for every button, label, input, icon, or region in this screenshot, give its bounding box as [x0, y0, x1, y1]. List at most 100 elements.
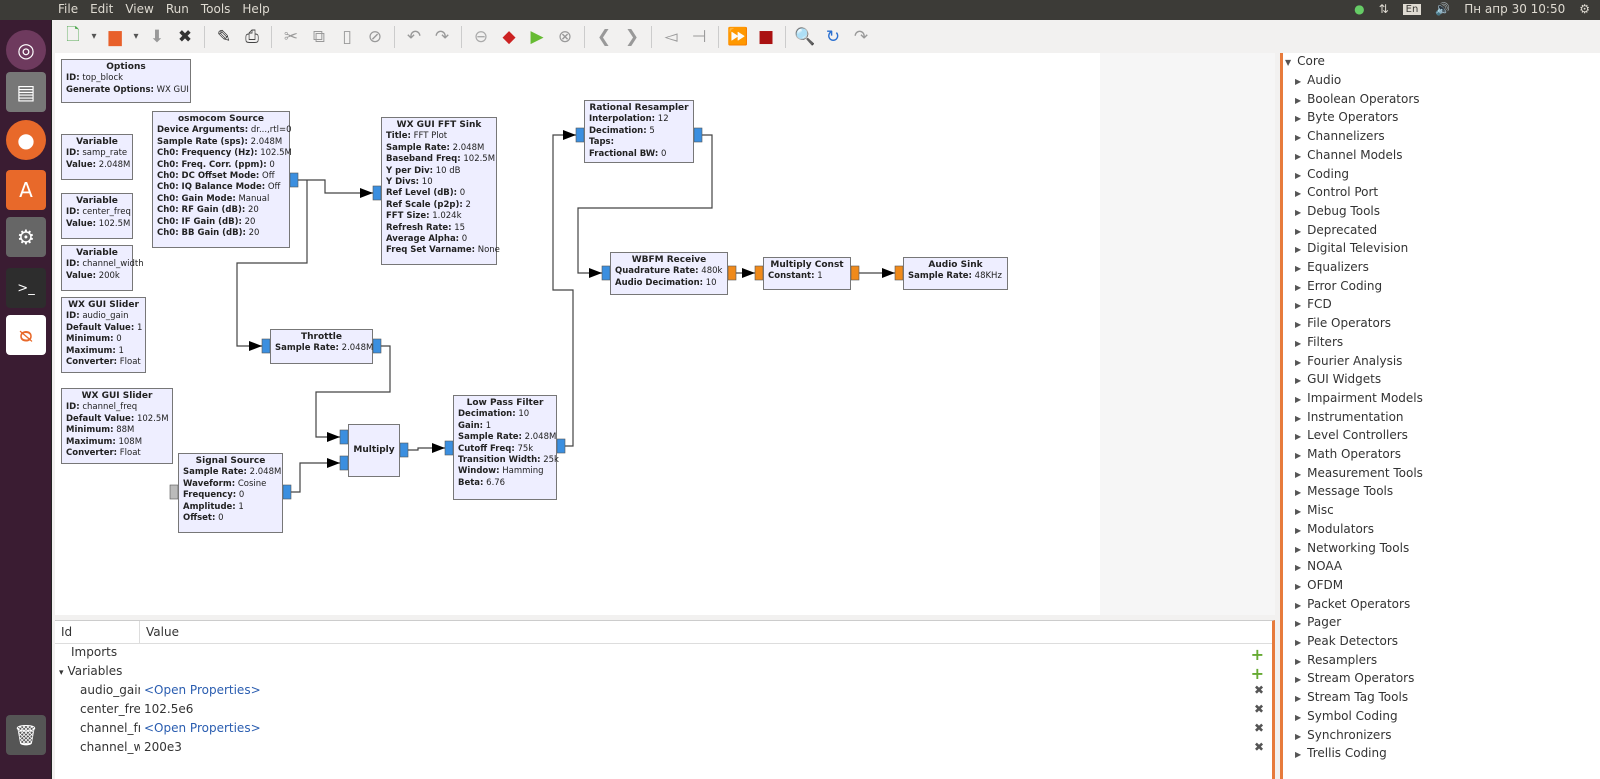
expander-icon[interactable]: ▶	[1295, 732, 1301, 741]
tree-root-core[interactable]: ▼ Core	[1285, 54, 1325, 68]
menu-view[interactable]: View	[125, 2, 153, 16]
expander-icon[interactable]: ▶	[1295, 376, 1301, 385]
expander-icon[interactable]: ▶	[1295, 601, 1301, 610]
expander-icon[interactable]: ▶	[1295, 488, 1301, 497]
expander-icon[interactable]: ▶	[1295, 638, 1301, 647]
tree-category[interactable]: ▶ Synchronizers	[1295, 728, 1392, 742]
block-audio-sink[interactable]: Audio Sink Sample Rate: 48KHz	[903, 257, 1008, 290]
expander-icon[interactable]: ▾	[59, 668, 64, 678]
block-wx-gui-fft-sink[interactable]: WX GUI FFT Sink Title: FFT Plot Sample Rat…	[381, 117, 500, 265]
settings-icon[interactable]: ⚙	[6, 217, 46, 257]
copy-icon[interactable]: ⧉	[307, 25, 331, 49]
tree-category[interactable]: ▶ Symbol Coding	[1295, 709, 1398, 723]
terminal-icon[interactable]: >_	[6, 268, 46, 308]
open-icon[interactable]: ▆	[103, 25, 127, 49]
expander-icon[interactable]: ▶	[1295, 619, 1301, 628]
reload-icon[interactable]: ↻	[821, 25, 845, 49]
expander-icon[interactable]: ▶	[1295, 301, 1301, 310]
disable-icon[interactable]: ⊘	[363, 25, 387, 49]
column-id[interactable]: Id	[55, 621, 140, 643]
remove-icon[interactable]: ✖	[1254, 683, 1264, 697]
tree-category[interactable]: ▶ Equalizers	[1295, 260, 1369, 274]
expander-icon[interactable]: ▶	[1295, 264, 1301, 273]
tree-category[interactable]: ▶ Boolean Operators	[1295, 92, 1420, 106]
tree-category[interactable]: ▶ Modulators	[1295, 522, 1374, 536]
tree-category[interactable]: ▶ Message Tools	[1295, 484, 1393, 498]
clock[interactable]: Пн апр 30 10:50	[1464, 2, 1565, 16]
expander-icon[interactable]: ▶	[1295, 339, 1301, 348]
run-icon[interactable]: ▶	[525, 25, 549, 49]
add-icon[interactable]: +	[1251, 664, 1264, 683]
tree-category[interactable]: ▶ File Operators	[1295, 316, 1391, 330]
remove-icon[interactable]: ✖	[1254, 702, 1264, 716]
generate-icon[interactable]: ◆	[497, 25, 521, 49]
expander-icon[interactable]: ▶	[1295, 283, 1301, 292]
ubuntu-logo-icon[interactable]: ◎	[6, 30, 46, 70]
variable-row[interactable]: channel_freq<Open Properties> ✖	[55, 721, 1270, 740]
expander-icon[interactable]: ▶	[1295, 152, 1301, 161]
block-multiply[interactable]: Multiply	[348, 424, 400, 477]
keyboard-layout[interactable]: En	[1402, 3, 1422, 15]
expander-icon[interactable]: ▶	[1295, 320, 1301, 329]
redo-disabled-icon[interactable]: ↷	[849, 25, 873, 49]
expander-icon[interactable]: ▶	[1295, 713, 1301, 722]
tree-category[interactable]: ▶ Filters	[1295, 335, 1343, 349]
tree-category[interactable]: ▶ Stream Tag Tools	[1295, 690, 1408, 704]
new-icon[interactable]: 🗋	[61, 25, 85, 49]
expander-icon[interactable]: ▶	[1295, 77, 1301, 86]
edit-icon[interactable]: ✎	[212, 25, 236, 49]
tree-category[interactable]: ▶ Stream Operators	[1295, 671, 1414, 685]
expander-icon[interactable]: ▶	[1295, 171, 1301, 180]
expander-icon[interactable]: ▶	[1295, 750, 1301, 759]
expander-icon[interactable]: ▶	[1295, 582, 1301, 591]
redo-icon[interactable]: ↷	[430, 25, 454, 49]
tree-category[interactable]: ▶ Networking Tools	[1295, 541, 1409, 555]
remove-icon[interactable]: ✖	[1254, 740, 1264, 754]
expander-icon[interactable]: ▶	[1295, 675, 1301, 684]
bypass-icon[interactable]: ◅	[659, 25, 683, 49]
expander-icon[interactable]: ▶	[1295, 414, 1301, 423]
tree-category[interactable]: ▶ Audio	[1295, 73, 1341, 87]
tree-category[interactable]: ▶ FCD	[1295, 297, 1332, 311]
tree-category[interactable]: ▶ Fourier Analysis	[1295, 354, 1402, 368]
expander-icon[interactable]: ▶	[1295, 227, 1301, 236]
tree-category[interactable]: ▶ Pager	[1295, 615, 1341, 629]
tree-category[interactable]: ▶ Channel Models	[1295, 148, 1403, 162]
kill-icon[interactable]: ⊗	[553, 25, 577, 49]
expander-icon[interactable]: ▶	[1295, 395, 1301, 404]
tree-category[interactable]: ▶ Error Coding	[1295, 279, 1382, 293]
variable-row[interactable]: channel_width 200e3 ✖	[55, 740, 1270, 759]
expander-icon[interactable]: ▶	[1295, 432, 1301, 441]
expander-icon[interactable]: ▶	[1295, 208, 1301, 217]
tree-category[interactable]: ▶ NOAA	[1295, 559, 1342, 573]
tree-category[interactable]: ▶ Misc	[1295, 503, 1334, 517]
tree-category[interactable]: ▶ Peak Detectors	[1295, 634, 1398, 648]
trash-icon[interactable]: 🗑	[6, 715, 46, 755]
expander-icon[interactable]: ▶	[1295, 245, 1301, 254]
record-icon[interactable]: ■	[754, 25, 778, 49]
save-icon[interactable]: ⬇	[145, 25, 169, 49]
close-icon[interactable]: ✖	[173, 25, 197, 49]
expander-icon[interactable]: ▶	[1295, 358, 1301, 367]
menu-tools[interactable]: Tools	[201, 2, 231, 16]
menu-run[interactable]: Run	[166, 2, 189, 16]
expander-icon[interactable]: ▶	[1295, 96, 1301, 105]
network-icon[interactable]: ⇅	[1379, 2, 1389, 16]
gnuradio-icon[interactable]: ᴓ	[6, 315, 46, 355]
expander-icon[interactable]: ▶	[1295, 133, 1301, 142]
tree-category[interactable]: ▶ Deprecated	[1295, 223, 1377, 237]
tree-category[interactable]: ▶ Digital Television	[1295, 241, 1408, 255]
variable-row[interactable]: ▾ Variables +	[55, 664, 1270, 683]
volume-icon[interactable]: 🔊	[1435, 2, 1450, 16]
firefox-icon[interactable]: ●	[6, 120, 46, 160]
block-options[interactable]: Options ID: top_block Generate Options: WX…	[61, 59, 191, 103]
block-variable[interactable]: Variable ID: center_freq Value: 102.5M	[61, 193, 133, 239]
tree-category[interactable]: ▶ Trellis Coding	[1295, 746, 1387, 760]
expander-icon[interactable]: ▶	[1295, 507, 1301, 516]
power-icon[interactable]: ⚙	[1579, 2, 1590, 16]
tree-category[interactable]: ▶ Debug Tools	[1295, 204, 1380, 218]
menu-edit[interactable]: Edit	[90, 2, 113, 16]
block-rational-resampler[interactable]: Rational Resampler Interpolation: 12 Decim…	[584, 100, 694, 163]
paste-icon[interactable]: ▯	[335, 25, 359, 49]
tree-category[interactable]: ▶ Math Operators	[1295, 447, 1401, 461]
